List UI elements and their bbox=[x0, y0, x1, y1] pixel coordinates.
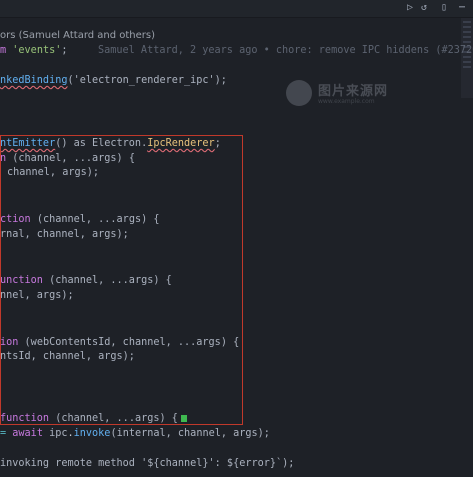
code-line-binding: nkedBinding('electron_renderer_ipc'); bbox=[0, 75, 227, 86]
code-line-emitter: ntEmitter() as Electron.IpcRenderer; bbox=[0, 138, 221, 149]
play-icon[interactable]: ▷ bbox=[404, 2, 416, 14]
watermark-logo-icon bbox=[286, 80, 312, 106]
code-line-sendsync: ction (channel, ...args) { bbox=[0, 214, 160, 225]
code-line-sendsync-body: rnal, channel, args); bbox=[0, 229, 129, 240]
code-line-send-body: channel, args); bbox=[7, 167, 100, 178]
code-line-import: m 'events'; bbox=[0, 45, 68, 56]
git-blame-annotation: Samuel Attard, 2 years ago • chore: remo… bbox=[98, 45, 473, 56]
history-icon[interactable]: ↺ bbox=[418, 2, 430, 14]
code-line-sendtohost-body: nnel, args); bbox=[0, 290, 74, 301]
minimap[interactable] bbox=[461, 18, 473, 98]
code-line-sendto: ion (webContentsId, channel, ...args) { bbox=[0, 337, 240, 348]
watermark-subtitle: www.example.com bbox=[318, 98, 375, 105]
code-line-invoke: function (channel, ...args) { bbox=[0, 412, 187, 426]
cursor-marker bbox=[180, 414, 187, 422]
code-line-invoke-body: = await ipc.invoke(internal, channel, ar… bbox=[0, 428, 270, 439]
code-line-send: n (channel, ...args) { bbox=[0, 153, 135, 164]
code-line-error: invoking remote method '${channel}': ${e… bbox=[0, 458, 295, 469]
watermark-title: 图片来源网 bbox=[318, 84, 389, 99]
editor-toolbar: ▷ ↺ ▯ ⋯ bbox=[0, 0, 473, 18]
codelens-authors[interactable]: ors (Samuel Attard and others) bbox=[0, 29, 155, 43]
more-icon[interactable]: ⋯ bbox=[456, 2, 468, 14]
watermark: 图片来源网 www.example.com bbox=[286, 74, 414, 114]
code-line-sendto-body: ntsId, channel, args); bbox=[0, 351, 135, 362]
split-editor-icon[interactable]: ▯ bbox=[438, 2, 450, 14]
code-line-sendtohost: unction (channel, ...args) { bbox=[0, 275, 172, 286]
